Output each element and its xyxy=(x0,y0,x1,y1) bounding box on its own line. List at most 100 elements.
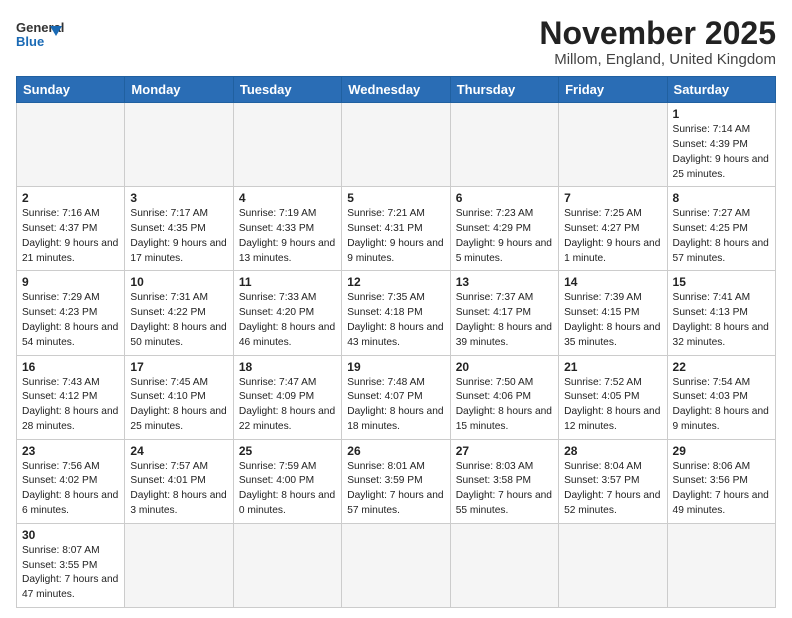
day-number: 10 xyxy=(130,275,227,289)
table-row: 26 Sunrise: 8:01 AM Sunset: 3:59 PM Dayli… xyxy=(342,439,450,523)
day-number: 8 xyxy=(673,191,770,205)
day-info: Sunrise: 7:41 AM Sunset: 4:13 PM Dayligh… xyxy=(673,291,770,350)
day-number: 9 xyxy=(22,275,119,289)
day-info: Sunrise: 7:50 AM Sunset: 4:06 PM Dayligh… xyxy=(456,376,553,435)
table-row: 5 Sunrise: 7:21 AM Sunset: 4:31 PM Daylig… xyxy=(342,187,450,271)
day-number: 14 xyxy=(564,275,661,289)
day-number: 18 xyxy=(239,360,336,374)
table-row xyxy=(450,523,558,607)
col-wednesday: Wednesday xyxy=(342,77,450,103)
day-number: 21 xyxy=(564,360,661,374)
day-info: Sunrise: 7:45 AM Sunset: 4:10 PM Dayligh… xyxy=(130,376,227,435)
day-info: Sunrise: 7:21 AM Sunset: 4:31 PM Dayligh… xyxy=(347,207,444,266)
day-number: 3 xyxy=(130,191,227,205)
header-row: Sunday Monday Tuesday Wednesday Thursday… xyxy=(17,77,776,103)
table-row: 29Sunrise: 8:06 AM Sunset: 3:56 PM Dayli… xyxy=(667,439,775,523)
table-row: 11 Sunrise: 7:33 AM Sunset: 4:20 PM Dayli… xyxy=(233,271,341,355)
day-number: 15 xyxy=(673,275,770,289)
day-info: Sunrise: 7:19 AM Sunset: 4:33 PM Dayligh… xyxy=(239,207,336,266)
table-row: 9 Sunrise: 7:29 AM Sunset: 4:23 PM Daylig… xyxy=(17,271,125,355)
day-number: 17 xyxy=(130,360,227,374)
day-number: 19 xyxy=(347,360,444,374)
table-row xyxy=(233,523,341,607)
day-number: 13 xyxy=(456,275,553,289)
day-info: Sunrise: 7:29 AM Sunset: 4:23 PM Dayligh… xyxy=(22,291,119,350)
day-info: Sunrise: 7:33 AM Sunset: 4:20 PM Dayligh… xyxy=(239,291,336,350)
day-info: Sunrise: 8:03 AM Sunset: 3:58 PM Dayligh… xyxy=(456,460,553,519)
table-row xyxy=(17,103,125,187)
table-row: 22 Sunrise: 7:54 AM Sunset: 4:03 PM Dayli… xyxy=(667,355,775,439)
table-row: 21 Sunrise: 7:52 AM Sunset: 4:05 PM Dayli… xyxy=(559,355,667,439)
day-number: 23 xyxy=(22,444,119,458)
col-monday: Monday xyxy=(125,77,233,103)
day-info: Sunrise: 7:27 AM Sunset: 4:25 PM Dayligh… xyxy=(673,207,770,266)
table-row: 17 Sunrise: 7:45 AM Sunset: 4:10 PM Dayli… xyxy=(125,355,233,439)
day-info: Sunrise: 7:14 AM Sunset: 4:39 PM Dayligh… xyxy=(673,123,770,182)
day-info: Sunrise: 7:52 AM Sunset: 4:05 PM Dayligh… xyxy=(564,376,661,435)
logo: General Blue xyxy=(16,16,64,52)
col-sunday: Sunday xyxy=(17,77,125,103)
day-number: 30 xyxy=(22,528,119,542)
day-number: 4 xyxy=(239,191,336,205)
day-number: 27 xyxy=(456,444,553,458)
table-row xyxy=(342,103,450,187)
table-row: 25 Sunrise: 7:59 AM Sunset: 4:00 PM Dayli… xyxy=(233,439,341,523)
table-row: 6 Sunrise: 7:23 AM Sunset: 4:29 PM Daylig… xyxy=(450,187,558,271)
page: General Blue November 2025 Millom, Engla… xyxy=(0,0,792,618)
day-number: 25 xyxy=(239,444,336,458)
day-number: 6 xyxy=(456,191,553,205)
day-info: Sunrise: 8:04 AM Sunset: 3:57 PM Dayligh… xyxy=(564,460,661,519)
table-row: 12Sunrise: 7:35 AM Sunset: 4:18 PM Dayli… xyxy=(342,271,450,355)
day-info: Sunrise: 7:59 AM Sunset: 4:00 PM Dayligh… xyxy=(239,460,336,519)
table-row xyxy=(559,103,667,187)
day-number: 5 xyxy=(347,191,444,205)
day-info: Sunrise: 7:57 AM Sunset: 4:01 PM Dayligh… xyxy=(130,460,227,519)
day-info: Sunrise: 7:23 AM Sunset: 4:29 PM Dayligh… xyxy=(456,207,553,266)
table-row: 24Sunrise: 7:57 AM Sunset: 4:01 PM Dayli… xyxy=(125,439,233,523)
day-number: 1 xyxy=(673,107,770,121)
table-row xyxy=(559,523,667,607)
day-number: 28 xyxy=(564,444,661,458)
table-row xyxy=(125,523,233,607)
day-info: Sunrise: 7:31 AM Sunset: 4:22 PM Dayligh… xyxy=(130,291,227,350)
svg-text:Blue: Blue xyxy=(16,34,44,49)
day-info: Sunrise: 7:54 AM Sunset: 4:03 PM Dayligh… xyxy=(673,376,770,435)
table-row: 30Sunrise: 8:07 AM Sunset: 3:55 PM Dayli… xyxy=(17,523,125,607)
day-info: Sunrise: 7:37 AM Sunset: 4:17 PM Dayligh… xyxy=(456,291,553,350)
table-row: 7Sunrise: 7:25 AM Sunset: 4:27 PM Daylig… xyxy=(559,187,667,271)
day-info: Sunrise: 7:17 AM Sunset: 4:35 PM Dayligh… xyxy=(130,207,227,266)
day-info: Sunrise: 7:48 AM Sunset: 4:07 PM Dayligh… xyxy=(347,376,444,435)
table-row: 20Sunrise: 7:50 AM Sunset: 4:06 PM Dayli… xyxy=(450,355,558,439)
day-info: Sunrise: 7:47 AM Sunset: 4:09 PM Dayligh… xyxy=(239,376,336,435)
col-tuesday: Tuesday xyxy=(233,77,341,103)
day-number: 11 xyxy=(239,275,336,289)
title-area: November 2025 Millom, England, United Ki… xyxy=(539,16,776,68)
col-thursday: Thursday xyxy=(450,77,558,103)
table-row xyxy=(450,103,558,187)
month-title: November 2025 xyxy=(539,16,776,51)
col-saturday: Saturday xyxy=(667,77,775,103)
calendar: Sunday Monday Tuesday Wednesday Thursday… xyxy=(16,76,776,608)
subtitle: Millom, England, United Kingdom xyxy=(539,51,776,68)
table-row xyxy=(233,103,341,187)
table-row: 18 Sunrise: 7:47 AM Sunset: 4:09 PM Dayli… xyxy=(233,355,341,439)
table-row: 19 Sunrise: 7:48 AM Sunset: 4:07 PM Dayli… xyxy=(342,355,450,439)
table-row: 4 Sunrise: 7:19 AM Sunset: 4:33 PM Daylig… xyxy=(233,187,341,271)
table-row: 3 Sunrise: 7:17 AM Sunset: 4:35 PM Daylig… xyxy=(125,187,233,271)
day-info: Sunrise: 8:01 AM Sunset: 3:59 PM Dayligh… xyxy=(347,460,444,519)
day-info: Sunrise: 7:39 AM Sunset: 4:15 PM Dayligh… xyxy=(564,291,661,350)
day-number: 12 xyxy=(347,275,444,289)
logo-icon: General Blue xyxy=(16,16,64,52)
day-number: 16 xyxy=(22,360,119,374)
table-row: 14 Sunrise: 7:39 AM Sunset: 4:15 PM Dayli… xyxy=(559,271,667,355)
table-row: 15 Sunrise: 7:41 AM Sunset: 4:13 PM Dayli… xyxy=(667,271,775,355)
day-number: 29 xyxy=(673,444,770,458)
table-row: 28 Sunrise: 8:04 AM Sunset: 3:57 PM Dayli… xyxy=(559,439,667,523)
day-number: 22 xyxy=(673,360,770,374)
table-row: 2Sunrise: 7:16 AM Sunset: 4:37 PM Daylig… xyxy=(17,187,125,271)
day-number: 7 xyxy=(564,191,661,205)
table-row: 13 Sunrise: 7:37 AM Sunset: 4:17 PM Dayli… xyxy=(450,271,558,355)
day-info: Sunrise: 7:43 AM Sunset: 4:12 PM Dayligh… xyxy=(22,376,119,435)
day-number: 26 xyxy=(347,444,444,458)
table-row: 16 Sunrise: 7:43 AM Sunset: 4:12 PM Dayli… xyxy=(17,355,125,439)
